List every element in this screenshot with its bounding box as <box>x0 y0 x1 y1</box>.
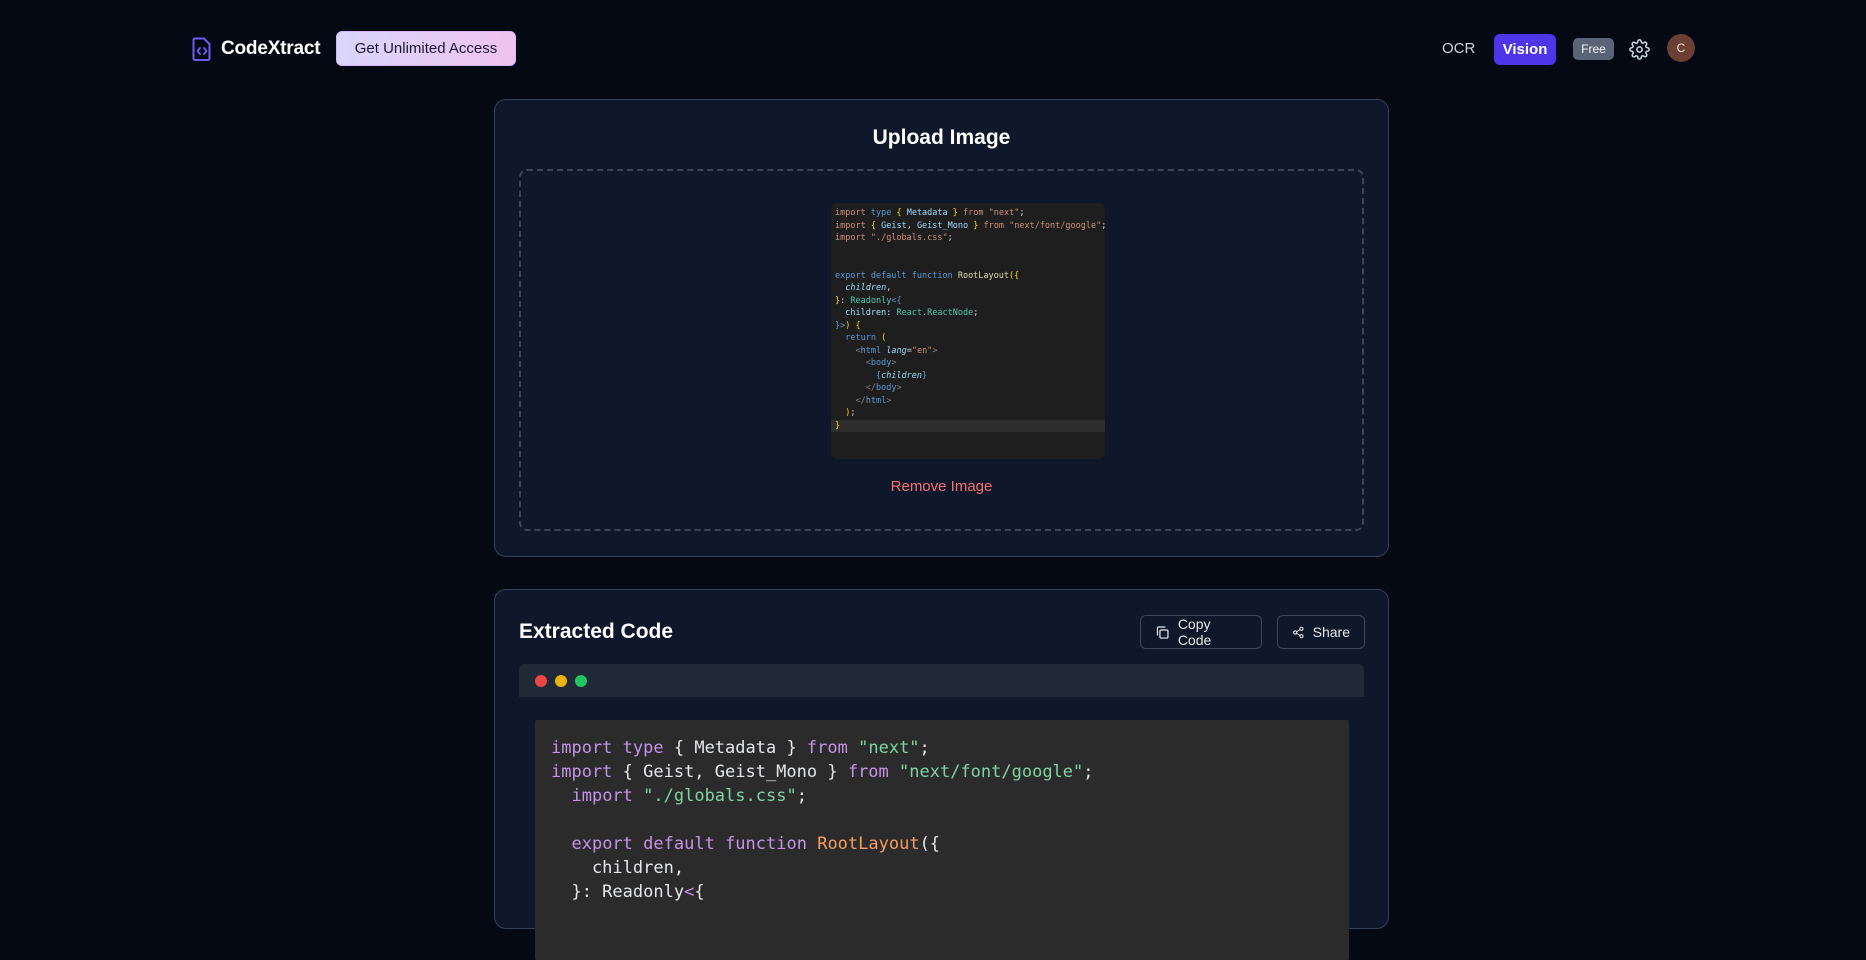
preview-line: }>) { <box>835 320 861 331</box>
preview-line: </body> <box>865 383 902 393</box>
code-line: import type { Metadata } from "next"; <box>551 738 930 758</box>
preview-line: {children} <box>875 370 928 381</box>
extracted-code-card: Extracted Code Copy Code Share import ty… <box>494 589 1389 960</box>
preview-line: export default function RootLayout({ <box>835 270 1020 281</box>
preview-line: }: Readonly<{ <box>835 295 902 306</box>
window-maximize-dot <box>575 675 587 687</box>
code-line: import "./globals.css"; <box>571 786 807 806</box>
preview-line: return ( <box>845 333 887 343</box>
avatar[interactable]: C <box>1667 34 1695 62</box>
copy-icon <box>1156 625 1169 639</box>
copy-code-label: Copy Code <box>1177 616 1212 648</box>
window-minimize-dot <box>555 675 567 687</box>
image-dropzone[interactable]: import type { Metadata } from "next"; im… <box>519 169 1364 531</box>
extracted-code-title: Extracted Code <box>519 620 674 643</box>
preview-line: import { Geist, Geist_Mono } from "next/… <box>835 220 1105 231</box>
share-icon <box>1293 626 1304 638</box>
preview-line: <html lang="en"> <box>855 345 938 356</box>
code-file-icon <box>192 37 211 61</box>
gear-icon[interactable] <box>1629 39 1650 60</box>
preview-line: <body> <box>865 358 897 368</box>
copy-code-button[interactable]: Copy Code <box>1140 615 1262 649</box>
get-unlimited-access-button[interactable]: Get Unlimited Access <box>336 31 516 66</box>
share-label: Share <box>1312 624 1350 640</box>
nav-ocr-tab[interactable]: OCR <box>1442 40 1475 57</box>
upload-card: Upload Image import type { Metadata } fr… <box>494 99 1389 557</box>
top-nav: CodeXtract Get Unlimited Access OCR Visi… <box>0 0 1866 98</box>
plan-badge: Free <box>1573 38 1614 60</box>
preview-line: children, <box>845 283 892 293</box>
code-window-bar <box>519 664 1364 697</box>
preview-line: } <box>831 419 1105 432</box>
uploaded-image-preview: import type { Metadata } from "next"; im… <box>831 203 1105 459</box>
extracted-code-block[interactable]: import type { Metadata } from "next"; im… <box>535 720 1349 960</box>
preview-line: </html> <box>855 395 892 406</box>
app-logo[interactable]: CodeXtract <box>192 37 321 61</box>
code-line: children, <box>551 858 685 878</box>
preview-line: ); <box>845 408 856 418</box>
preview-line: children: React.ReactNode; <box>845 308 979 318</box>
code-line: }: Readonly<{ <box>551 882 705 902</box>
nav-vision-tab[interactable]: Vision <box>1494 34 1556 65</box>
app-name: CodeXtract <box>221 38 321 59</box>
preview-line: import type { Metadata } from "next"; <box>835 208 1025 218</box>
code-line: export default function RootLayout({ <box>571 834 941 854</box>
remove-image-button[interactable]: Remove Image <box>521 478 1362 495</box>
upload-title: Upload Image <box>872 126 1011 149</box>
window-close-dot <box>535 675 547 687</box>
share-button[interactable]: Share <box>1277 615 1365 649</box>
code-line: import { Geist, Geist_Mono } from "next/… <box>551 762 1094 782</box>
preview-line: import "./globals.css"; <box>835 233 953 243</box>
